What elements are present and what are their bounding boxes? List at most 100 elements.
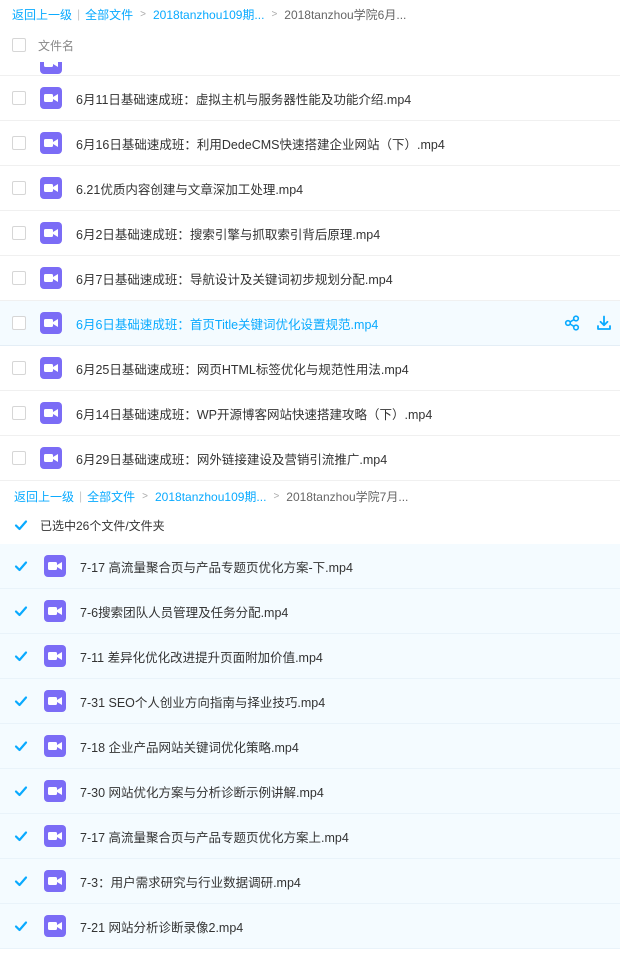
list-item[interactable]: 6月7日基础速成班：导航设计及关键词初步规划分配.mp4 [0,256,620,301]
column-filename[interactable]: 文件名 [38,37,74,54]
video-file-icon [40,447,62,469]
video-file-icon [44,555,66,577]
row-checkbox[interactable] [12,91,26,105]
file-name[interactable]: 7-6搜索团队人员管理及任务分配.mp4 [80,602,288,621]
select-all-checkbox[interactable] [12,38,26,52]
file-name[interactable]: 6月14日基础速成班：WP开源博客网站快速搭建攻略（下）.mp4 [76,404,432,423]
list-item[interactable]: 7-21 网站分析诊断录像2.mp4 [0,904,620,949]
row-checkbox[interactable] [14,559,28,573]
file-name[interactable]: 7-31 SEO个人创业方向指南与择业技巧.mp4 [80,692,325,711]
row-checkbox[interactable] [12,361,26,375]
list-header: 已选中26个文件/文件夹 [0,506,620,544]
file-name[interactable]: 7-21 网站分析诊断录像2.mp4 [80,917,243,936]
list-item[interactable]: 7-18 企业产品网站关键词优化策略.mp4 [0,724,620,769]
row-checkbox[interactable] [12,406,26,420]
video-file-icon [40,222,62,244]
chevron-right-icon: > [273,490,280,502]
list-item[interactable]: 7-17 高流量聚合页与产品专题页优化方案-下.mp4 [0,544,620,589]
share-icon[interactable] [564,315,580,331]
row-checkbox[interactable] [14,604,28,618]
folder-link[interactable]: 2018tanzhou109期... [155,488,266,505]
check-icon [14,831,28,842]
video-file-icon [40,132,62,154]
row-checkbox[interactable] [12,226,26,240]
list-item[interactable]: 7-30 网站优化方案与分析诊断示例讲解.mp4 [0,769,620,814]
file-name[interactable]: 6月2日基础速成班：搜索引擎与抓取索引背后原理.mp4 [76,224,380,243]
file-name[interactable]: 6月29日基础速成班：网外链接建设及营销引流推广.mp4 [76,449,387,468]
select-all-checkbox[interactable] [14,518,28,532]
folder-link[interactable]: 2018tanzhou109期... [153,6,264,23]
list-header: 文件名 [0,28,620,62]
list-item[interactable]: 7-31 SEO个人创业方向指南与择业技巧.mp4 [0,679,620,724]
check-icon [14,520,28,531]
file-name[interactable]: 7-18 企业产品网站关键词优化策略.mp4 [80,737,299,756]
check-icon [14,696,28,707]
row-checkbox[interactable] [12,181,26,195]
video-file-icon [44,690,66,712]
list-item[interactable]: 7-3：用户需求研究与行业数据调研.mp4 [0,859,620,904]
video-file-icon [44,645,66,667]
list-item[interactable]: 6月2日基础速成班：搜索引擎与抓取索引背后原理.mp4 [0,211,620,256]
video-file-icon [40,312,62,334]
row-checkbox[interactable] [14,784,28,798]
check-icon [14,786,28,797]
file-list: 7-17 高流量聚合页与产品专题页优化方案-下.mp4 7-6搜索团队人员管理及… [0,544,620,949]
list-item[interactable]: 6月29日基础速成班：网外链接建设及营销引流推广.mp4 [0,436,620,481]
list-item[interactable]: 6月6日基础速成班：首页Title关键词优化设置规范.mp4 [0,301,620,346]
back-link[interactable]: 返回上一级 [14,488,74,505]
row-checkbox[interactable] [14,919,28,933]
all-files-link[interactable]: 全部文件 [85,6,133,23]
file-name[interactable]: 6月11日基础速成班：虚拟主机与服务器性能及功能介绍.mp4 [76,89,411,108]
file-name[interactable]: 6月16日基础速成班：利用DedeCMS快速搭建企业网站（下）.mp4 [76,134,445,153]
video-file-icon [44,915,66,937]
video-file-icon [40,177,62,199]
list-item[interactable]: 6.21优质内容创建与文章深加工处理.mp4 [0,166,620,211]
list-item[interactable]: 6月25日基础速成班：网页HTML标签优化与规范性用法.mp4 [0,346,620,391]
row-checkbox[interactable] [14,739,28,753]
row-checkbox[interactable] [14,829,28,843]
file-name[interactable]: 7-17 高流量聚合页与产品专题页优化方案上.mp4 [80,827,349,846]
check-icon [14,651,28,662]
all-files-link[interactable]: 全部文件 [87,488,135,505]
chevron-right-icon: > [271,8,278,20]
list-item[interactable]: 7-6搜索团队人员管理及任务分配.mp4 [0,589,620,634]
back-link[interactable]: 返回上一级 [12,6,72,23]
list-item[interactable]: 7-11 差异化优化改进提升页面附加价值.mp4 [0,634,620,679]
selection-count: 已选中26个文件/文件夹 [40,518,165,533]
video-file-icon [40,267,62,289]
list-item[interactable]: 6月16日基础速成班：利用DedeCMS快速搭建企业网站（下）.mp4 [0,121,620,166]
file-name[interactable]: 6月25日基础速成班：网页HTML标签优化与规范性用法.mp4 [76,359,409,378]
file-name[interactable]: 7-11 差异化优化改进提升页面附加价值.mp4 [80,647,323,666]
video-file-icon [44,780,66,802]
video-file-icon [40,62,62,74]
video-file-icon [44,825,66,847]
check-icon [14,561,28,572]
chevron-right-icon: > [142,490,148,502]
current-folder: 2018tanzhou学院7月... [286,489,409,504]
chevron-right-icon: > [140,8,146,20]
row-checkbox[interactable] [12,451,26,465]
file-name[interactable]: 6月6日基础速成班：首页Title关键词优化设置规范.mp4 [76,314,378,333]
row-checkbox[interactable] [14,694,28,708]
file-name[interactable]: 6月7日基础速成班：导航设计及关键词初步规划分配.mp4 [76,269,393,288]
list-item[interactable]: 6月11日基础速成班：虚拟主机与服务器性能及功能介绍.mp4 [0,76,620,121]
file-name[interactable]: 7-30 网站优化方案与分析诊断示例讲解.mp4 [80,782,324,801]
video-file-icon [40,357,62,379]
list-item[interactable]: 6月14日基础速成班：WP开源博客网站快速搭建攻略（下）.mp4 [0,391,620,436]
video-file-icon [44,870,66,892]
file-name[interactable]: 7-17 高流量聚合页与产品专题页优化方案-下.mp4 [80,557,353,576]
row-checkbox[interactable] [12,316,26,330]
breadcrumb: 返回上一级 | 全部文件 > 2018tanzhou109期... > 2018… [0,486,620,506]
file-browser-july: 返回上一级 | 全部文件 > 2018tanzhou109期... > 2018… [0,486,620,960]
list-item[interactable]: 7-17 高流量聚合页与产品专题页优化方案上.mp4 [0,814,620,859]
download-icon[interactable] [596,315,612,331]
row-checkbox[interactable] [12,136,26,150]
row-checkbox[interactable] [14,874,28,888]
breadcrumb: 返回上一级 | 全部文件 > 2018tanzhou109期... > 2018… [0,0,620,28]
file-name[interactable]: 7-3：用户需求研究与行业数据调研.mp4 [80,872,301,891]
file-name[interactable]: 6.21优质内容创建与文章深加工处理.mp4 [76,179,303,198]
row-actions [564,301,612,345]
row-checkbox[interactable] [12,271,26,285]
row-checkbox[interactable] [14,649,28,663]
check-icon [14,741,28,752]
